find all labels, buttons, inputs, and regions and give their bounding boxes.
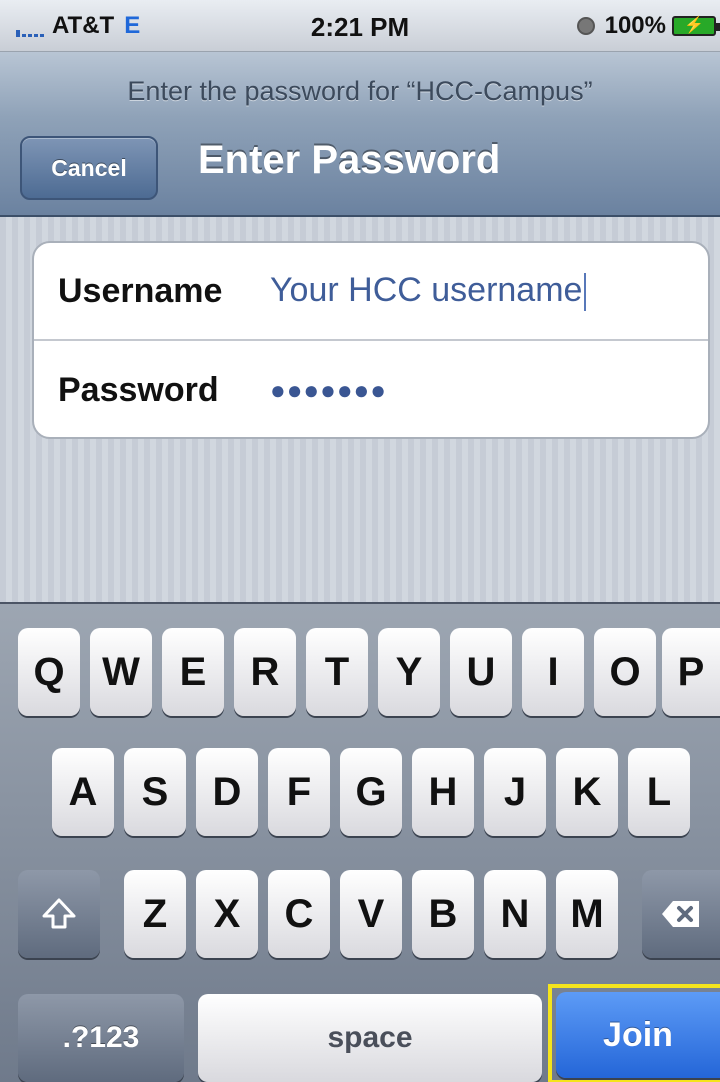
key-g[interactable]: G: [340, 748, 402, 836]
space-key[interactable]: space: [198, 994, 542, 1082]
key-s[interactable]: S: [124, 748, 186, 836]
key-u[interactable]: U: [450, 628, 512, 716]
key-w[interactable]: W: [90, 628, 152, 716]
battery-percentage: 100%: [604, 12, 666, 39]
key-x[interactable]: X: [196, 870, 258, 958]
key-q[interactable]: Q: [18, 628, 80, 716]
key-e[interactable]: E: [162, 628, 224, 716]
rotation-lock-icon: [576, 17, 595, 35]
key-z[interactable]: Z: [124, 870, 186, 958]
key-d[interactable]: D: [196, 748, 258, 836]
key-j[interactable]: J: [484, 748, 546, 836]
numbers-key[interactable]: .?123: [18, 994, 184, 1082]
key-t[interactable]: T: [306, 628, 368, 716]
key-y[interactable]: Y: [378, 628, 440, 716]
key-b[interactable]: B: [412, 870, 474, 958]
password-field[interactable]: ●●●●●●●: [270, 375, 387, 406]
key-n[interactable]: N: [484, 870, 546, 958]
username-placeholder: Your HCC username: [270, 270, 583, 309]
key-l[interactable]: L: [628, 748, 690, 836]
content-area: Username Your HCC username Password ●●●●…: [0, 217, 720, 602]
status-bar: AT&T E 2:21 PM 100% ⚡: [0, 0, 720, 52]
username-field[interactable]: Your HCC username: [270, 270, 587, 311]
status-right: 100% ⚡: [576, 12, 720, 40]
password-row[interactable]: Password ●●●●●●●: [34, 341, 708, 437]
key-r[interactable]: R: [234, 628, 296, 716]
join-highlight-box: [548, 984, 720, 1082]
network-prompt: Enter the password for “HCC-Campus”: [127, 76, 593, 106]
key-i[interactable]: I: [522, 628, 584, 716]
nav-bar: Enter the password for “HCC-Campus” Canc…: [0, 52, 720, 217]
keyboard: Q W E R T Y U I O P A S D F G H J K L Z …: [0, 602, 720, 1082]
page-title: Enter Password: [198, 138, 501, 182]
key-k[interactable]: K: [556, 748, 618, 836]
shift-icon: [42, 898, 76, 929]
shift-key[interactable]: [18, 870, 100, 958]
credentials-form: Username Your HCC username Password ●●●●…: [32, 241, 710, 439]
key-p[interactable]: P: [662, 628, 720, 716]
password-label: Password: [58, 370, 219, 409]
text-cursor: [584, 273, 587, 311]
key-h[interactable]: H: [412, 748, 474, 836]
username-row[interactable]: Username Your HCC username: [34, 243, 708, 341]
backspace-icon: [662, 901, 699, 927]
key-m[interactable]: M: [556, 870, 618, 958]
delete-key[interactable]: [642, 870, 720, 958]
key-c[interactable]: C: [268, 870, 330, 958]
cancel-button[interactable]: Cancel: [20, 136, 158, 200]
battery-icon: ⚡: [672, 16, 720, 36]
key-f[interactable]: F: [268, 748, 330, 836]
username-label: Username: [58, 271, 223, 310]
key-a[interactable]: A: [52, 748, 114, 836]
key-o[interactable]: O: [594, 628, 656, 716]
key-v[interactable]: V: [340, 870, 402, 958]
